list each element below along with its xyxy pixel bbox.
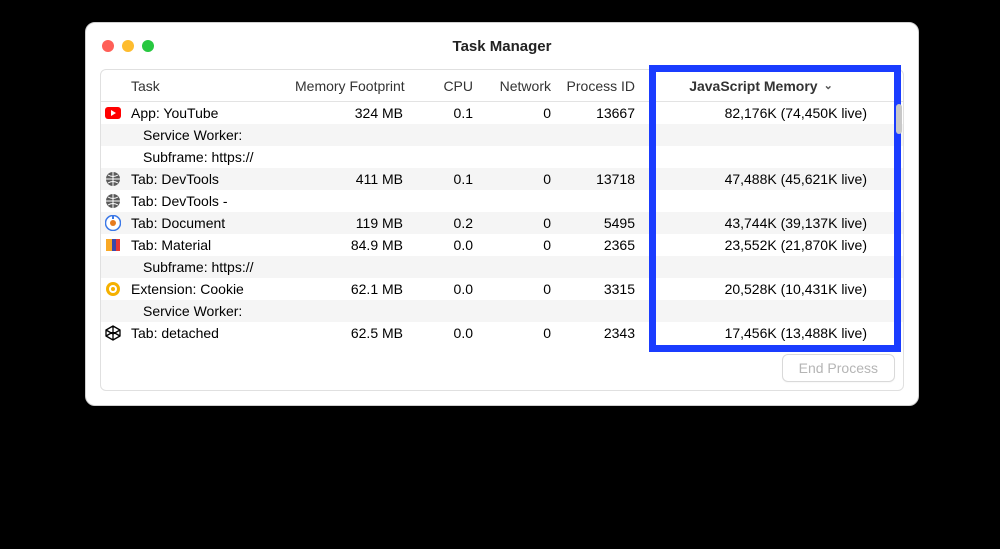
cell-js-memory: 17,456K (13,488K live) <box>641 325 881 341</box>
cell-network: 0 <box>479 105 557 121</box>
traffic-lights <box>102 40 154 52</box>
table-row[interactable]: Extension: Cookie62.1 MB0.00331520,528K … <box>101 278 903 300</box>
cell-js-memory: 23,552K (21,870K live) <box>641 237 881 253</box>
titlebar: Task Manager <box>86 23 918 69</box>
cell-network: 0 <box>479 215 557 231</box>
cell-task: Tab: Document <box>125 215 289 231</box>
row-icon <box>101 171 125 187</box>
cell-cpu: 0.0 <box>409 237 479 253</box>
codepen-icon <box>105 325 121 341</box>
scrollbar-thumb[interactable] <box>896 104 902 134</box>
col-js-memory-label: JavaScript Memory <box>689 78 817 94</box>
cell-task: Subframe: https:// <box>125 149 289 165</box>
cell-js-memory: 82,176K (74,450K live) <box>641 105 881 121</box>
table-row[interactable]: Tab: detached62.5 MB0.00234317,456K (13,… <box>101 322 903 344</box>
table-row[interactable]: Tab: DevTools - <box>101 190 903 212</box>
cookie-icon <box>105 281 121 297</box>
task-manager-window: Task Manager Task Memory Footprint CPU N… <box>85 22 919 406</box>
cell-pid: 2365 <box>557 237 641 253</box>
table-row[interactable]: Tab: Document119 MB0.20549543,744K (39,1… <box>101 212 903 234</box>
end-process-button[interactable]: End Process <box>782 354 895 382</box>
chevron-down-icon: ⌄ <box>824 79 833 92</box>
close-icon[interactable] <box>102 40 114 52</box>
cell-cpu: 0.0 <box>409 281 479 297</box>
cell-network: 0 <box>479 325 557 341</box>
table-row[interactable]: Subframe: https:// <box>101 256 903 278</box>
col-memory[interactable]: Memory Footprint <box>289 78 409 94</box>
cell-network: 0 <box>479 237 557 253</box>
row-icon <box>101 281 125 297</box>
table-header: Task Memory Footprint CPU Network Proces… <box>101 70 903 102</box>
cell-memory: 84.9 MB <box>289 237 409 253</box>
cell-memory: 62.5 MB <box>289 325 409 341</box>
cell-task: Tab: Material <box>125 237 289 253</box>
material-icon <box>105 237 121 253</box>
zoom-icon[interactable] <box>142 40 154 52</box>
doc-icon <box>105 215 121 231</box>
table-row[interactable]: App: YouTube324 MB0.101366782,176K (74,4… <box>101 102 903 124</box>
cell-memory: 62.1 MB <box>289 281 409 297</box>
col-cpu[interactable]: CPU <box>409 78 479 94</box>
cell-pid: 2343 <box>557 325 641 341</box>
cell-cpu: 0.1 <box>409 105 479 121</box>
youtube-icon <box>105 105 121 121</box>
cell-memory: 324 MB <box>289 105 409 121</box>
table-row[interactable]: Service Worker: <box>101 124 903 146</box>
cell-pid: 13718 <box>557 171 641 187</box>
row-icon <box>101 105 125 121</box>
cell-pid: 3315 <box>557 281 641 297</box>
cell-memory: 119 MB <box>289 215 409 231</box>
cell-js-memory: 20,528K (10,431K live) <box>641 281 881 297</box>
window-title: Task Manager <box>86 38 918 55</box>
cell-task: App: YouTube <box>125 105 289 121</box>
row-icon <box>101 215 125 231</box>
table-footer: End Process <box>101 344 903 390</box>
cell-cpu: 0.1 <box>409 171 479 187</box>
task-table: Task Memory Footprint CPU Network Proces… <box>101 70 903 344</box>
table-body: App: YouTube324 MB0.101366782,176K (74,4… <box>101 102 903 344</box>
cell-task: Service Worker: <box>125 127 289 143</box>
row-icon <box>101 193 125 209</box>
cell-task: Tab: DevTools - <box>125 193 289 209</box>
table-row[interactable]: Tab: Material84.9 MB0.00236523,552K (21,… <box>101 234 903 256</box>
col-network[interactable]: Network <box>479 78 557 94</box>
globe-dark-icon <box>105 171 121 187</box>
cell-cpu: 0.2 <box>409 215 479 231</box>
cell-task: Subframe: https:// <box>125 259 289 275</box>
minimize-icon[interactable] <box>122 40 134 52</box>
cell-task: Service Worker: <box>125 303 289 319</box>
globe-dark-icon <box>105 193 121 209</box>
table-row[interactable]: Service Worker: <box>101 300 903 322</box>
col-process-id[interactable]: Process ID <box>557 78 641 94</box>
cell-memory: 411 MB <box>289 171 409 187</box>
cell-cpu: 0.0 <box>409 325 479 341</box>
cell-js-memory: 43,744K (39,137K live) <box>641 215 881 231</box>
col-task[interactable]: Task <box>125 78 289 94</box>
row-icon <box>101 325 125 341</box>
cell-network: 0 <box>479 281 557 297</box>
col-js-memory[interactable]: JavaScript Memory ⌄ <box>641 78 881 94</box>
cell-task: Tab: DevTools <box>125 171 289 187</box>
cell-pid: 5495 <box>557 215 641 231</box>
cell-task: Extension: Cookie <box>125 281 289 297</box>
task-table-panel: Task Memory Footprint CPU Network Proces… <box>100 69 904 391</box>
cell-task: Tab: detached <box>125 325 289 341</box>
cell-network: 0 <box>479 171 557 187</box>
cell-pid: 13667 <box>557 105 641 121</box>
row-icon <box>101 237 125 253</box>
table-row[interactable]: Tab: DevTools411 MB0.101371847,488K (45,… <box>101 168 903 190</box>
cell-js-memory: 47,488K (45,621K live) <box>641 171 881 187</box>
table-row[interactable]: Subframe: https:// <box>101 146 903 168</box>
